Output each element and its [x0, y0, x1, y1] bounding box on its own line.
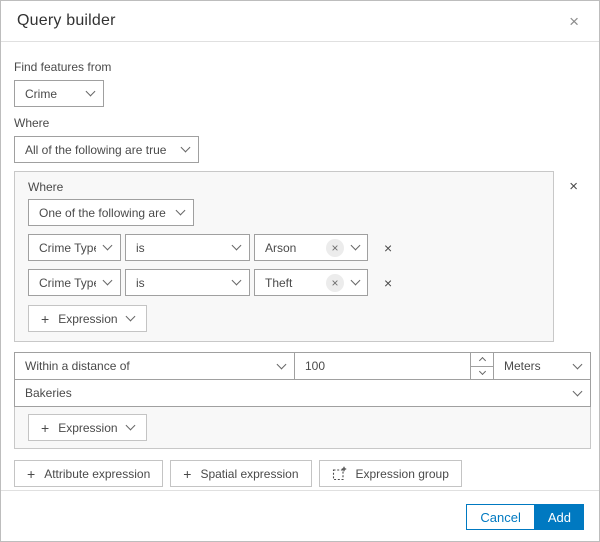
- add-spatial-expression-button[interactable]: + Spatial expression: [170, 460, 312, 487]
- chevron-down-icon: [180, 142, 191, 153]
- add-expression-label: Expression: [58, 420, 118, 435]
- target-layer-select[interactable]: Bakeries: [14, 379, 591, 407]
- match-mode-select[interactable]: All of the following are true: [14, 136, 199, 163]
- query-builder-dialog: Query builder × Find features from Crime…: [0, 0, 600, 542]
- distance-input[interactable]: [295, 353, 470, 379]
- chevron-down-icon: [125, 420, 136, 431]
- group-operator-value: One of the following are tr...: [39, 205, 169, 220]
- stepper-down-icon[interactable]: [471, 366, 493, 379]
- chevron-down-icon: [350, 240, 361, 251]
- layer-select-value: Crime: [25, 86, 57, 101]
- attribute-expression-label: Attribute expression: [44, 466, 151, 481]
- plus-icon: +: [41, 419, 50, 436]
- operator-value: is: [136, 240, 145, 255]
- operator-value: is: [136, 275, 145, 290]
- add-button[interactable]: Add: [534, 504, 584, 530]
- expression-group-icon: [332, 466, 347, 481]
- value-select[interactable]: Arson ×: [254, 234, 368, 261]
- expression-group-1-row: Where One of the following are tr... Cri…: [14, 171, 584, 342]
- chevron-down-icon: [231, 275, 242, 286]
- add-expression-group-button[interactable]: Expression group: [318, 460, 462, 487]
- chevron-down-icon: [572, 386, 583, 396]
- cancel-button[interactable]: Cancel: [466, 504, 535, 530]
- spatial-operator-value: Within a distance of: [25, 359, 130, 373]
- chevron-down-icon: [102, 275, 113, 286]
- expression-group-1: Where One of the following are tr... Cri…: [14, 171, 555, 342]
- field-select[interactable]: Crime Type: [28, 269, 121, 296]
- target-layer-value: Bakeries: [25, 386, 72, 400]
- chevron-down-icon: [572, 359, 583, 369]
- chevron-down-icon: [175, 205, 186, 216]
- plus-icon: +: [183, 465, 192, 482]
- expression-row-1: Crime Type is Arson × ×: [28, 234, 540, 261]
- group-where-label: Where: [28, 180, 64, 194]
- value-text: Theft: [265, 275, 293, 290]
- match-mode-value: All of the following are true: [25, 142, 167, 157]
- operator-select[interactable]: is: [125, 234, 250, 261]
- value-select[interactable]: Theft ×: [254, 269, 368, 296]
- add-expression-button[interactable]: + Expression: [28, 305, 147, 332]
- chevron-down-icon: [85, 86, 96, 97]
- spatial-expression-row: Within a distance of Meters: [14, 352, 591, 380]
- unit-select[interactable]: Meters: [493, 352, 591, 380]
- group-operator-select[interactable]: One of the following are tr...: [28, 199, 194, 226]
- clear-value-icon[interactable]: ×: [326, 273, 344, 292]
- dialog-body: Find features from Crime Where All of th…: [1, 42, 599, 490]
- clear-value-icon[interactable]: ×: [326, 238, 344, 257]
- distance-input-wrap: [294, 352, 494, 380]
- expression-group-label: Expression group: [355, 466, 449, 481]
- expression-row-2: Crime Type is Theft × ×: [28, 269, 540, 296]
- layer-select[interactable]: Crime: [14, 80, 104, 107]
- value-text: Arson: [265, 240, 297, 255]
- remove-expression-icon[interactable]: ×: [380, 274, 396, 292]
- expression-group-2-row: Within a distance of Meters: [14, 352, 591, 449]
- dialog-title: Query builder: [17, 12, 116, 29]
- remove-group-icon[interactable]: ×: [565, 177, 582, 196]
- add-expression-label: Expression: [58, 311, 118, 326]
- find-features-label: Find features from: [14, 60, 112, 74]
- spatial-operator-select[interactable]: Within a distance of: [14, 352, 295, 380]
- dialog-footer: Cancel Add: [1, 490, 599, 541]
- close-icon[interactable]: ×: [565, 11, 583, 32]
- distance-stepper: [470, 353, 493, 379]
- dialog-header: Query builder ×: [1, 1, 599, 42]
- field-select[interactable]: Crime Type: [28, 234, 121, 261]
- chevron-down-icon: [102, 240, 113, 251]
- plus-icon: +: [27, 465, 36, 482]
- field-value: Crime Type: [39, 275, 96, 290]
- chevron-down-icon: [231, 240, 242, 251]
- stepper-up-icon[interactable]: [471, 353, 493, 367]
- field-value: Crime Type: [39, 240, 96, 255]
- plus-icon: +: [41, 310, 50, 327]
- operator-select[interactable]: is: [125, 269, 250, 296]
- expression-group-2: Within a distance of Meters: [14, 352, 591, 449]
- chevron-down-icon: [350, 275, 361, 286]
- group-2-footer: + Expression: [15, 407, 590, 448]
- spatial-expression-label: Spatial expression: [200, 466, 299, 481]
- chevron-down-icon: [125, 311, 136, 322]
- remove-expression-icon[interactable]: ×: [380, 239, 396, 257]
- add-expression-button[interactable]: + Expression: [28, 414, 147, 441]
- unit-value: Meters: [504, 359, 541, 373]
- add-attribute-expression-button[interactable]: + Attribute expression: [14, 460, 164, 487]
- add-controls-row: + Attribute expression + Spatial express…: [14, 460, 584, 487]
- where-label: Where: [14, 116, 50, 130]
- chevron-down-icon: [276, 359, 287, 369]
